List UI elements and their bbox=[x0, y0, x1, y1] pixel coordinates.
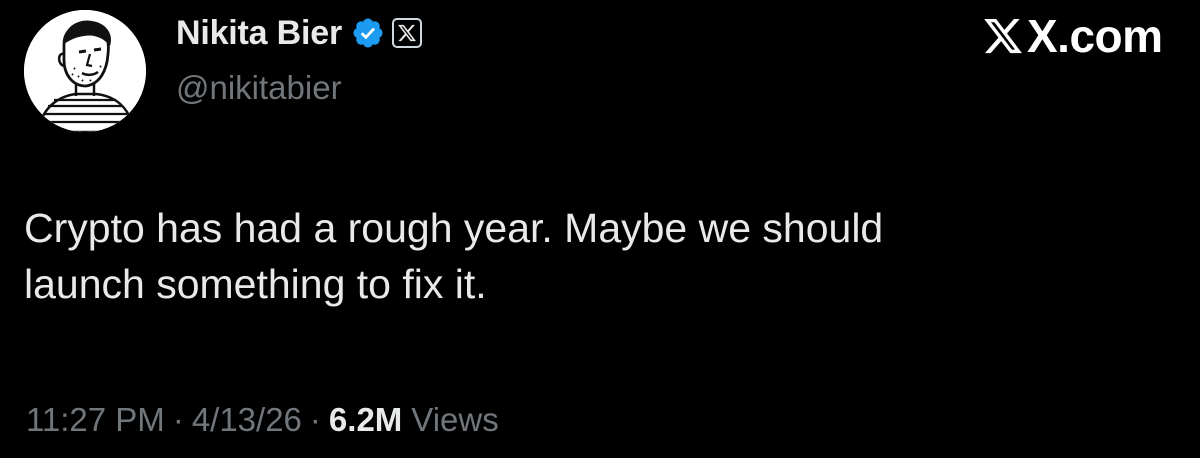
affiliate-badge[interactable] bbox=[391, 18, 422, 48]
tweet-date[interactable]: 4/13/26 bbox=[192, 396, 302, 444]
tweet-meta: 11:27 PM · 4/13/26 · 6.2M Views bbox=[26, 396, 499, 444]
profile-photo-icon bbox=[24, 10, 146, 132]
meta-separator: · bbox=[309, 401, 321, 438]
tweet-time[interactable]: 11:27 PM bbox=[26, 396, 165, 444]
author-handle[interactable]: @nikitabier bbox=[176, 66, 342, 110]
brand-watermark: X.com bbox=[982, 8, 1163, 64]
brand-text: X.com bbox=[1027, 10, 1163, 62]
avatar[interactable] bbox=[24, 10, 146, 132]
views-label: Views bbox=[411, 401, 499, 438]
x-logo-icon bbox=[984, 18, 1022, 54]
meta-separator: · bbox=[172, 401, 184, 438]
tweet-text: Crypto has had a rough year. Maybe we sh… bbox=[24, 200, 1164, 312]
x-logo-icon bbox=[398, 24, 417, 42]
tweet-text-line: Crypto has had a rough year. Maybe we sh… bbox=[24, 205, 884, 251]
author-name-row: Nikita Bier bbox=[176, 12, 422, 54]
views-count[interactable]: 6.2M bbox=[329, 396, 402, 444]
author-display-name[interactable]: Nikita Bier bbox=[176, 12, 342, 54]
tweet-text-line: launch something to fix it. bbox=[24, 261, 487, 307]
verified-badge-icon[interactable] bbox=[351, 16, 385, 50]
